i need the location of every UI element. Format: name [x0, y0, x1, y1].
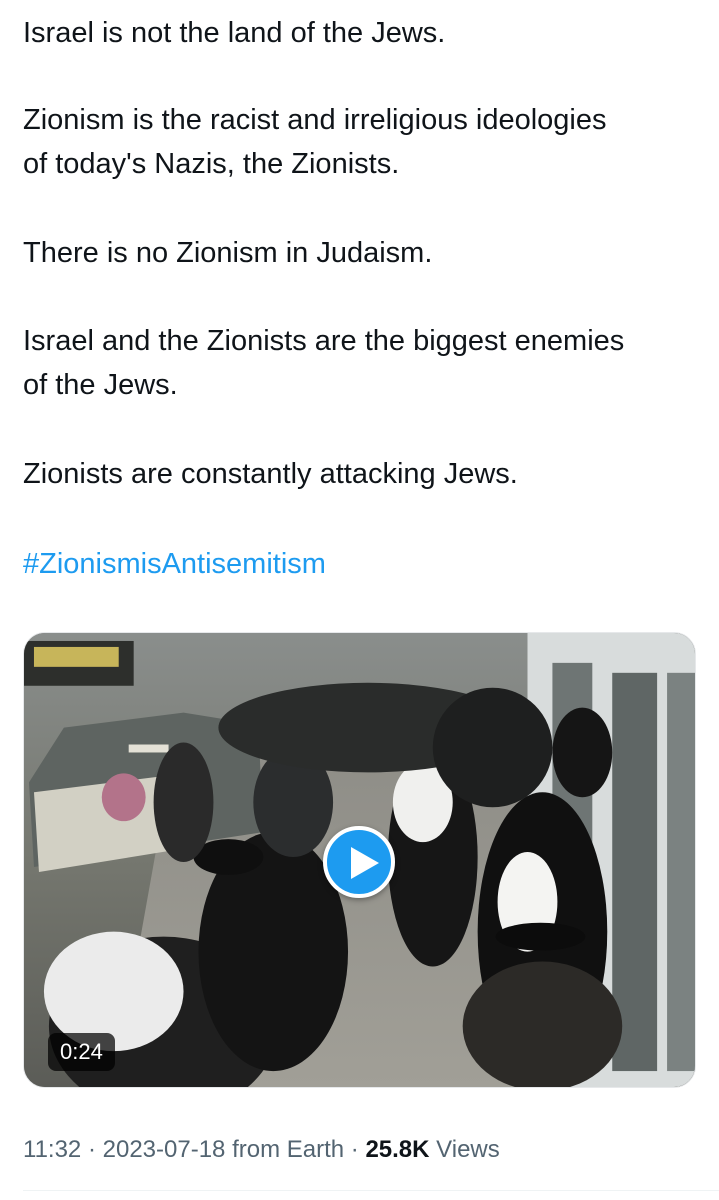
divider	[23, 1190, 719, 1191]
tweet-date[interactable]: 2023-07-18	[103, 1136, 226, 1163]
meta-separator: ·	[87, 1136, 96, 1163]
tweet-text-line: of the Jews.	[23, 369, 178, 401]
hashtag-link[interactable]: #ZionismisAntisemitism	[23, 542, 326, 586]
video-duration-badge: 0:24	[48, 1033, 115, 1071]
play-button[interactable]	[323, 826, 395, 898]
tweet-text-line: There is no Zionism in Judaism.	[23, 237, 433, 269]
tweet-time[interactable]: 11:32	[23, 1136, 81, 1163]
tweet-metadata: 11:32 · 2023-07-18 from Earth · 25.8K Vi…	[23, 1132, 500, 1168]
play-icon	[351, 847, 379, 879]
tweet-text-line: Israel and the Zionists are the biggest …	[23, 325, 625, 357]
video-player[interactable]: 0:24	[23, 632, 696, 1088]
tweet-text-line: Israel is not the land of the Jews.	[23, 17, 446, 49]
tweet-text-line: of today's Nazis, the Zionists.	[23, 148, 400, 180]
tweet-text-line: Zionists are constantly attacking Jews.	[23, 458, 518, 490]
views-count[interactable]: 25.8K	[365, 1136, 429, 1163]
tweet-text-line: Zionism is the racist and irreligious id…	[23, 104, 607, 136]
meta-separator: ·	[350, 1136, 359, 1163]
tweet: Israel is not the land of the Jews. Zion…	[0, 0, 719, 1200]
tweet-source: from Earth	[232, 1136, 345, 1163]
views-label[interactable]: Views	[436, 1136, 500, 1163]
